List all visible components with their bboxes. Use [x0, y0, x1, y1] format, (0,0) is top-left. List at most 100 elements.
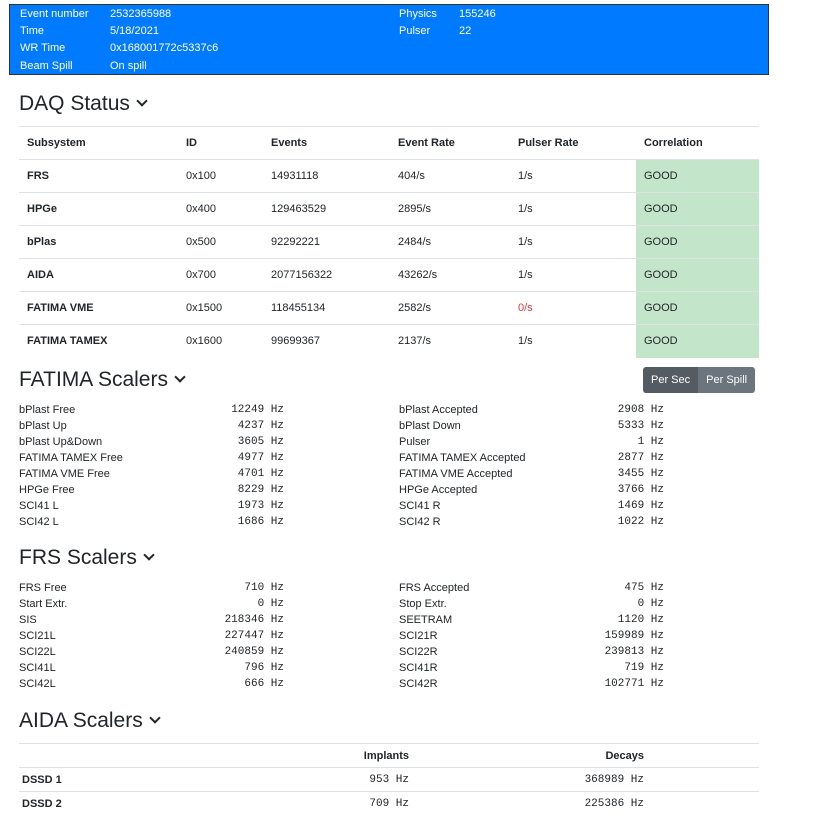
scaler-row: bPlast Free 12249 Hz bPlast Accepted 2908 H…: [19, 402, 669, 418]
scaler-value: 3455 Hz: [617, 468, 664, 480]
scaler-value: 102771 Hz: [604, 678, 664, 690]
scaler-label: Stop Extr.: [399, 598, 447, 610]
scaler-row: SCI41 L 1973 Hz SCI41 R 1469 Hz: [19, 498, 669, 514]
id: 0x1600: [186, 335, 223, 347]
events: 99699367: [271, 335, 320, 347]
per-sec-button[interactable]: Per Sec: [643, 367, 699, 393]
scaler-value: 666 Hz: [244, 678, 284, 690]
daq-status-heading[interactable]: DAQ Status: [19, 92, 148, 116]
table-row: bPlas 0x500 92292221 2484/s 1/s GOOD: [19, 225, 759, 259]
wr-time-label: WR Time: [20, 42, 66, 54]
table-header-row: Implants Decays: [19, 743, 759, 767]
events: 2077156322: [271, 269, 333, 281]
pulser-rate: 1/s: [518, 236, 533, 248]
beam-spill-value: On spill: [110, 60, 147, 72]
events: 129463529: [271, 203, 327, 215]
column-header: Event Rate: [398, 137, 455, 149]
column-header: Implants: [363, 750, 409, 762]
table-row: HPGe 0x400 129463529 2895/s 1/s GOOD: [19, 192, 759, 226]
scaler-value: 3766 Hz: [617, 484, 664, 496]
scaler-label: SCI41 L: [19, 500, 59, 512]
chevron-down-icon: [143, 549, 155, 561]
scaler-row: bPlast Up 4237 Hz bPlast Down 5333 Hz: [19, 418, 669, 434]
scaler-value: 8229 Hz: [237, 484, 284, 496]
scaler-label: FATIMA TAMEX Accepted: [399, 452, 526, 464]
event-number-value: 2532365988: [110, 8, 172, 20]
physics-value: 155246: [459, 8, 496, 20]
events: 14931118: [271, 170, 319, 182]
event-rate: 2484/s: [398, 236, 432, 248]
event-rate: 43262/s: [398, 269, 438, 281]
scaler-row: SCI21L 227447 Hz SCI21R 159989 Hz: [19, 628, 669, 644]
id: 0x1500: [186, 302, 223, 314]
pulser-label: Pulser: [399, 25, 431, 37]
correlation-status: GOOD: [636, 160, 759, 193]
chevron-down-icon: [149, 712, 161, 724]
scaler-label: SCI22R: [399, 646, 438, 658]
aida-scalers-title: AIDA Scalers: [19, 709, 143, 732]
events: 118455134: [271, 302, 326, 314]
scaler-value: 218346 Hz: [224, 614, 284, 626]
column-header: Decays: [605, 750, 644, 762]
implants-rate: 953 Hz: [369, 774, 409, 786]
scaler-label: bPlast Up: [19, 420, 67, 432]
scaler-row: Start Extr. 0 Hz Stop Extr. 0 Hz: [19, 596, 669, 612]
event-rate: 2895/s: [398, 203, 432, 215]
scaler-row: bPlast Up&Down 3605 Hz Pulser 1 Hz: [19, 434, 669, 450]
fatima-scalers-heading[interactable]: FATIMA Scalers: [19, 368, 186, 392]
scaler-label: SCI42L: [19, 678, 56, 690]
scaler-row: SCI22L 240859 Hz SCI22R 239813 Hz: [19, 644, 669, 660]
scaler-label: FRS Accepted: [399, 582, 470, 594]
id: 0x500: [186, 236, 216, 248]
scaler-label: bPlast Up&Down: [19, 436, 103, 448]
scaler-value: 2908 Hz: [617, 404, 664, 416]
scaler-label: FATIMA VME Accepted: [399, 468, 513, 480]
scaler-value: 4701 Hz: [237, 468, 284, 480]
scaler-label: bPlast Free: [19, 404, 76, 416]
pulser-rate: 1/s: [518, 335, 533, 347]
id: 0x700: [186, 269, 216, 281]
fatima-scalers-list: bPlast Free 12249 Hz bPlast Accepted 2908 H…: [19, 402, 669, 530]
time-value: 5/18/2021: [110, 25, 159, 37]
scaler-value: 1469 Hz: [617, 500, 664, 512]
per-spill-button[interactable]: Per Spill: [698, 367, 756, 393]
scaler-value: 2877 Hz: [617, 452, 664, 464]
scaler-value: 1 Hz: [637, 436, 664, 448]
frs-scalers-title: FRS Scalers: [19, 546, 137, 569]
frs-scalers-heading[interactable]: FRS Scalers: [19, 546, 155, 570]
subsystem: FRS: [27, 170, 49, 182]
event-rate: 2582/s: [398, 302, 432, 314]
correlation-status: GOOD: [636, 193, 759, 226]
chevron-down-icon: [174, 371, 186, 383]
table-row: AIDA 0x700 2077156322 43262/s 1/s GOOD: [19, 258, 759, 292]
scaler-row: SCI42 L 1686 Hz SCI42 R 1022 Hz: [19, 514, 669, 530]
events: 92292221: [271, 236, 320, 248]
aida-scalers-heading[interactable]: AIDA Scalers: [19, 709, 161, 733]
scaler-label: SIS: [19, 614, 37, 626]
scaler-row: FATIMA TAMEX Free 4977 Hz FATIMA TAMEX Acc…: [19, 450, 669, 466]
decays-rate: 368989 Hz: [584, 774, 644, 786]
scaler-label: Pulser: [399, 436, 431, 448]
scaler-label: SCI41 R: [399, 500, 441, 512]
scaler-label: HPGe Accepted: [399, 484, 478, 496]
scaler-value: 5333 Hz: [617, 420, 664, 432]
scaler-row: SCI41L 796 Hz SCI41R 719 Hz: [19, 660, 669, 676]
scaler-row: SIS 218346 Hz SEETRAM 1120 Hz: [19, 612, 669, 628]
correlation-status: GOOD: [636, 226, 759, 259]
decays-rate: 225386 Hz: [584, 798, 644, 810]
scaler-value: 1973 Hz: [237, 500, 284, 512]
column-header: Events: [271, 137, 308, 149]
subsystem: FATIMA TAMEX: [27, 335, 108, 347]
scaler-label: bPlast Accepted: [399, 404, 478, 416]
scaler-value: 12249 Hz: [231, 404, 284, 416]
table-row: DSSD 2 709 Hz 225386 Hz: [19, 791, 759, 815]
time-label: Time: [20, 25, 45, 37]
event-rate: 404/s: [398, 170, 425, 182]
scaler-label: FRS Free: [19, 582, 67, 594]
aida-scalers-table: Implants Decays DSSD 1 953 Hz 368989 Hz DSSD …: [19, 743, 759, 815]
table-row: FATIMA TAMEX 0x1600 99699367 2137/s 1/s GOOD: [19, 324, 759, 358]
table-row: FATIMA VME 0x1500 118455134 2582/s 0/s GOOD: [19, 291, 759, 325]
beam-spill-label: Beam Spill: [20, 60, 73, 72]
correlation-status: GOOD: [636, 292, 759, 325]
physics-label: Physics: [399, 8, 437, 20]
